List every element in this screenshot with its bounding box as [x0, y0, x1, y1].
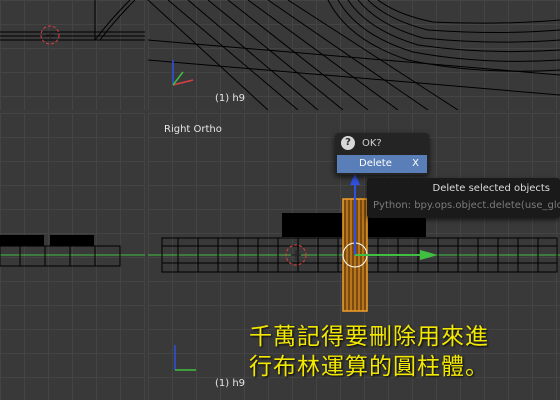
shortcut-key: X	[412, 158, 419, 169]
subtitle-line-2: 行布林運算的圓柱體。	[249, 354, 489, 380]
subtitle-line-1: 千萬記得要刪除用來進	[249, 324, 489, 350]
viewport-top-right[interactable]: (1) h9	[148, 0, 560, 110]
frame-label: (1) h9	[215, 378, 246, 389]
question-icon: ?	[341, 136, 355, 150]
tooltip: Delete selected objects Python: bpy.ops.…	[367, 178, 560, 218]
delete-confirm-popup: ? OK? Delete X	[335, 133, 429, 175]
tooltip-python: Python: bpy.ops.object.delete(use_glo	[373, 200, 560, 211]
subtitle-caption: 千萬記得要刪除用來進 行布林運算的圓柱體。	[249, 322, 489, 382]
delete-menu-item[interactable]: Delete X	[337, 155, 427, 173]
viewport-top-left[interactable]	[0, 0, 145, 110]
frame-label: (1) h9	[215, 93, 246, 104]
wireframe-top-right	[148, 0, 560, 110]
popup-title: OK?	[362, 138, 382, 149]
wireframe-top-left	[0, 0, 145, 45]
wireframe-left	[0, 235, 145, 267]
delete-label: Delete	[359, 158, 392, 169]
tooltip-description: Delete selected objects	[432, 183, 550, 194]
viewport-left[interactable]	[0, 113, 145, 400]
